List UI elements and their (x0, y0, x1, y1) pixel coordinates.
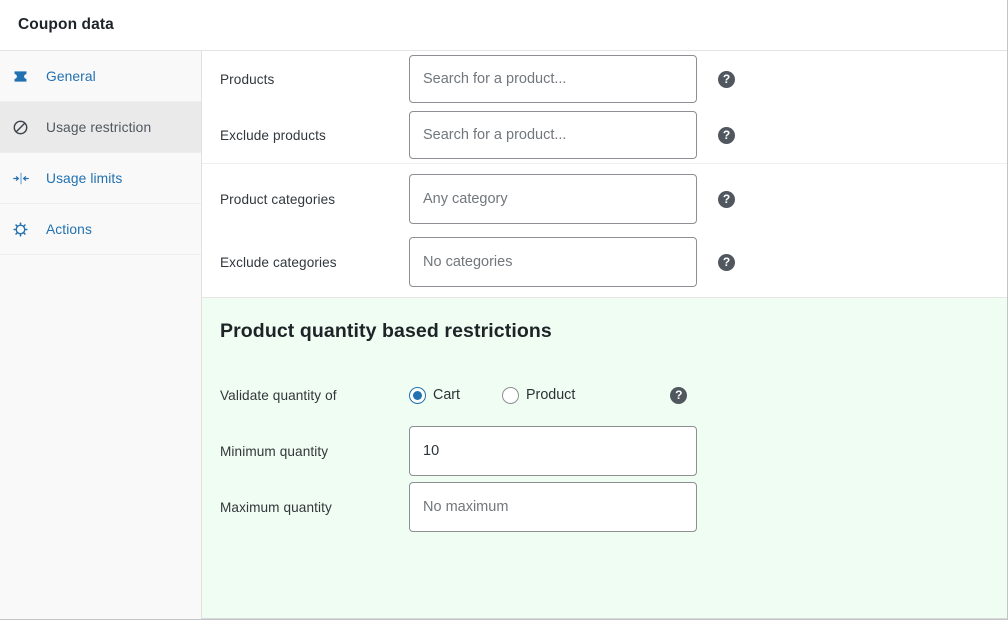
coupon-data-panel: Coupon data General Usage restriction Us… (0, 0, 1008, 620)
validate-quantity-label: Validate quantity of (220, 387, 337, 403)
panel-body: General Usage restriction Usage limits A… (0, 51, 1007, 619)
validate-quantity-help-icon[interactable]: ? (670, 386, 688, 404)
exclude-categories-row: Exclude categories ? (202, 234, 1007, 290)
exclude-categories-help-icon[interactable]: ? (718, 253, 735, 271)
exclude-products-help-icon[interactable]: ? (718, 126, 735, 144)
page-title: Coupon data (18, 16, 114, 33)
minimum-quantity-row: Minimum quantity (202, 423, 1007, 479)
products-row: Products ? (202, 51, 1007, 107)
exclude-categories-input[interactable] (409, 237, 697, 287)
coupon-ticket-icon (12, 68, 38, 85)
sidebar-item-usage-restriction[interactable]: Usage restriction (0, 102, 201, 153)
exclude-products-label: Exclude products (220, 127, 326, 143)
radio-dot-product (502, 386, 520, 404)
coupon-data-tabs: General Usage restriction Usage limits A… (0, 51, 202, 619)
usage-restriction-content: Products ? Exclude products ? (202, 51, 1007, 619)
exclude-categories-label: Exclude categories (220, 254, 337, 270)
sidebar-item-usage-limits[interactable]: Usage limits (0, 153, 201, 204)
sidebar-item-label: Actions (46, 221, 92, 237)
products-help-icon[interactable]: ? (718, 70, 735, 88)
sidebar-item-actions[interactable]: Actions (0, 204, 201, 255)
radio-option-product[interactable]: Product (502, 386, 576, 404)
quantity-section-heading: Product quantity based restrictions (220, 320, 552, 342)
product-categories-input[interactable] (409, 174, 697, 224)
radio-dot-cart (409, 386, 426, 404)
categories-field-group: Product categories ? Exclude categories … (202, 164, 1007, 297)
maximum-quantity-label: Maximum quantity (220, 499, 332, 515)
validate-quantity-row: Validate quantity of Cart Product ? (202, 367, 1007, 423)
minimum-quantity-label: Minimum quantity (220, 443, 329, 459)
product-categories-label: Product categories (220, 191, 336, 207)
maximum-quantity-row: Maximum quantity (202, 479, 1007, 535)
exclude-products-input[interactable] (409, 111, 697, 159)
no-entry-icon (12, 119, 38, 136)
radio-label-cart: Cart (433, 387, 461, 403)
sidebar-item-general[interactable]: General (0, 51, 201, 102)
products-label: Products (220, 71, 275, 87)
products-field-group: Products ? Exclude products ? (202, 51, 1007, 164)
product-categories-row: Product categories ? (202, 171, 1007, 227)
radio-option-cart[interactable]: Cart (409, 386, 461, 404)
validate-quantity-radio-group: Cart Product ? (409, 386, 688, 404)
sidebar-item-label: Usage restriction (46, 119, 152, 135)
products-input[interactable] (409, 55, 697, 103)
radio-label-product: Product (526, 387, 576, 403)
gear-icon (12, 221, 38, 238)
limits-arrows-icon (12, 170, 38, 187)
product-quantity-restrictions-section: Product quantity based restrictions Vali… (202, 297, 1007, 619)
panel-header: Coupon data (0, 0, 1007, 51)
product-categories-help-icon[interactable]: ? (718, 190, 735, 208)
exclude-products-row: Exclude products ? (202, 107, 1007, 163)
sidebar-item-label: General (46, 68, 96, 84)
minimum-quantity-input[interactable] (409, 426, 697, 476)
maximum-quantity-input[interactable] (409, 482, 697, 532)
sidebar-item-label: Usage limits (46, 170, 123, 186)
